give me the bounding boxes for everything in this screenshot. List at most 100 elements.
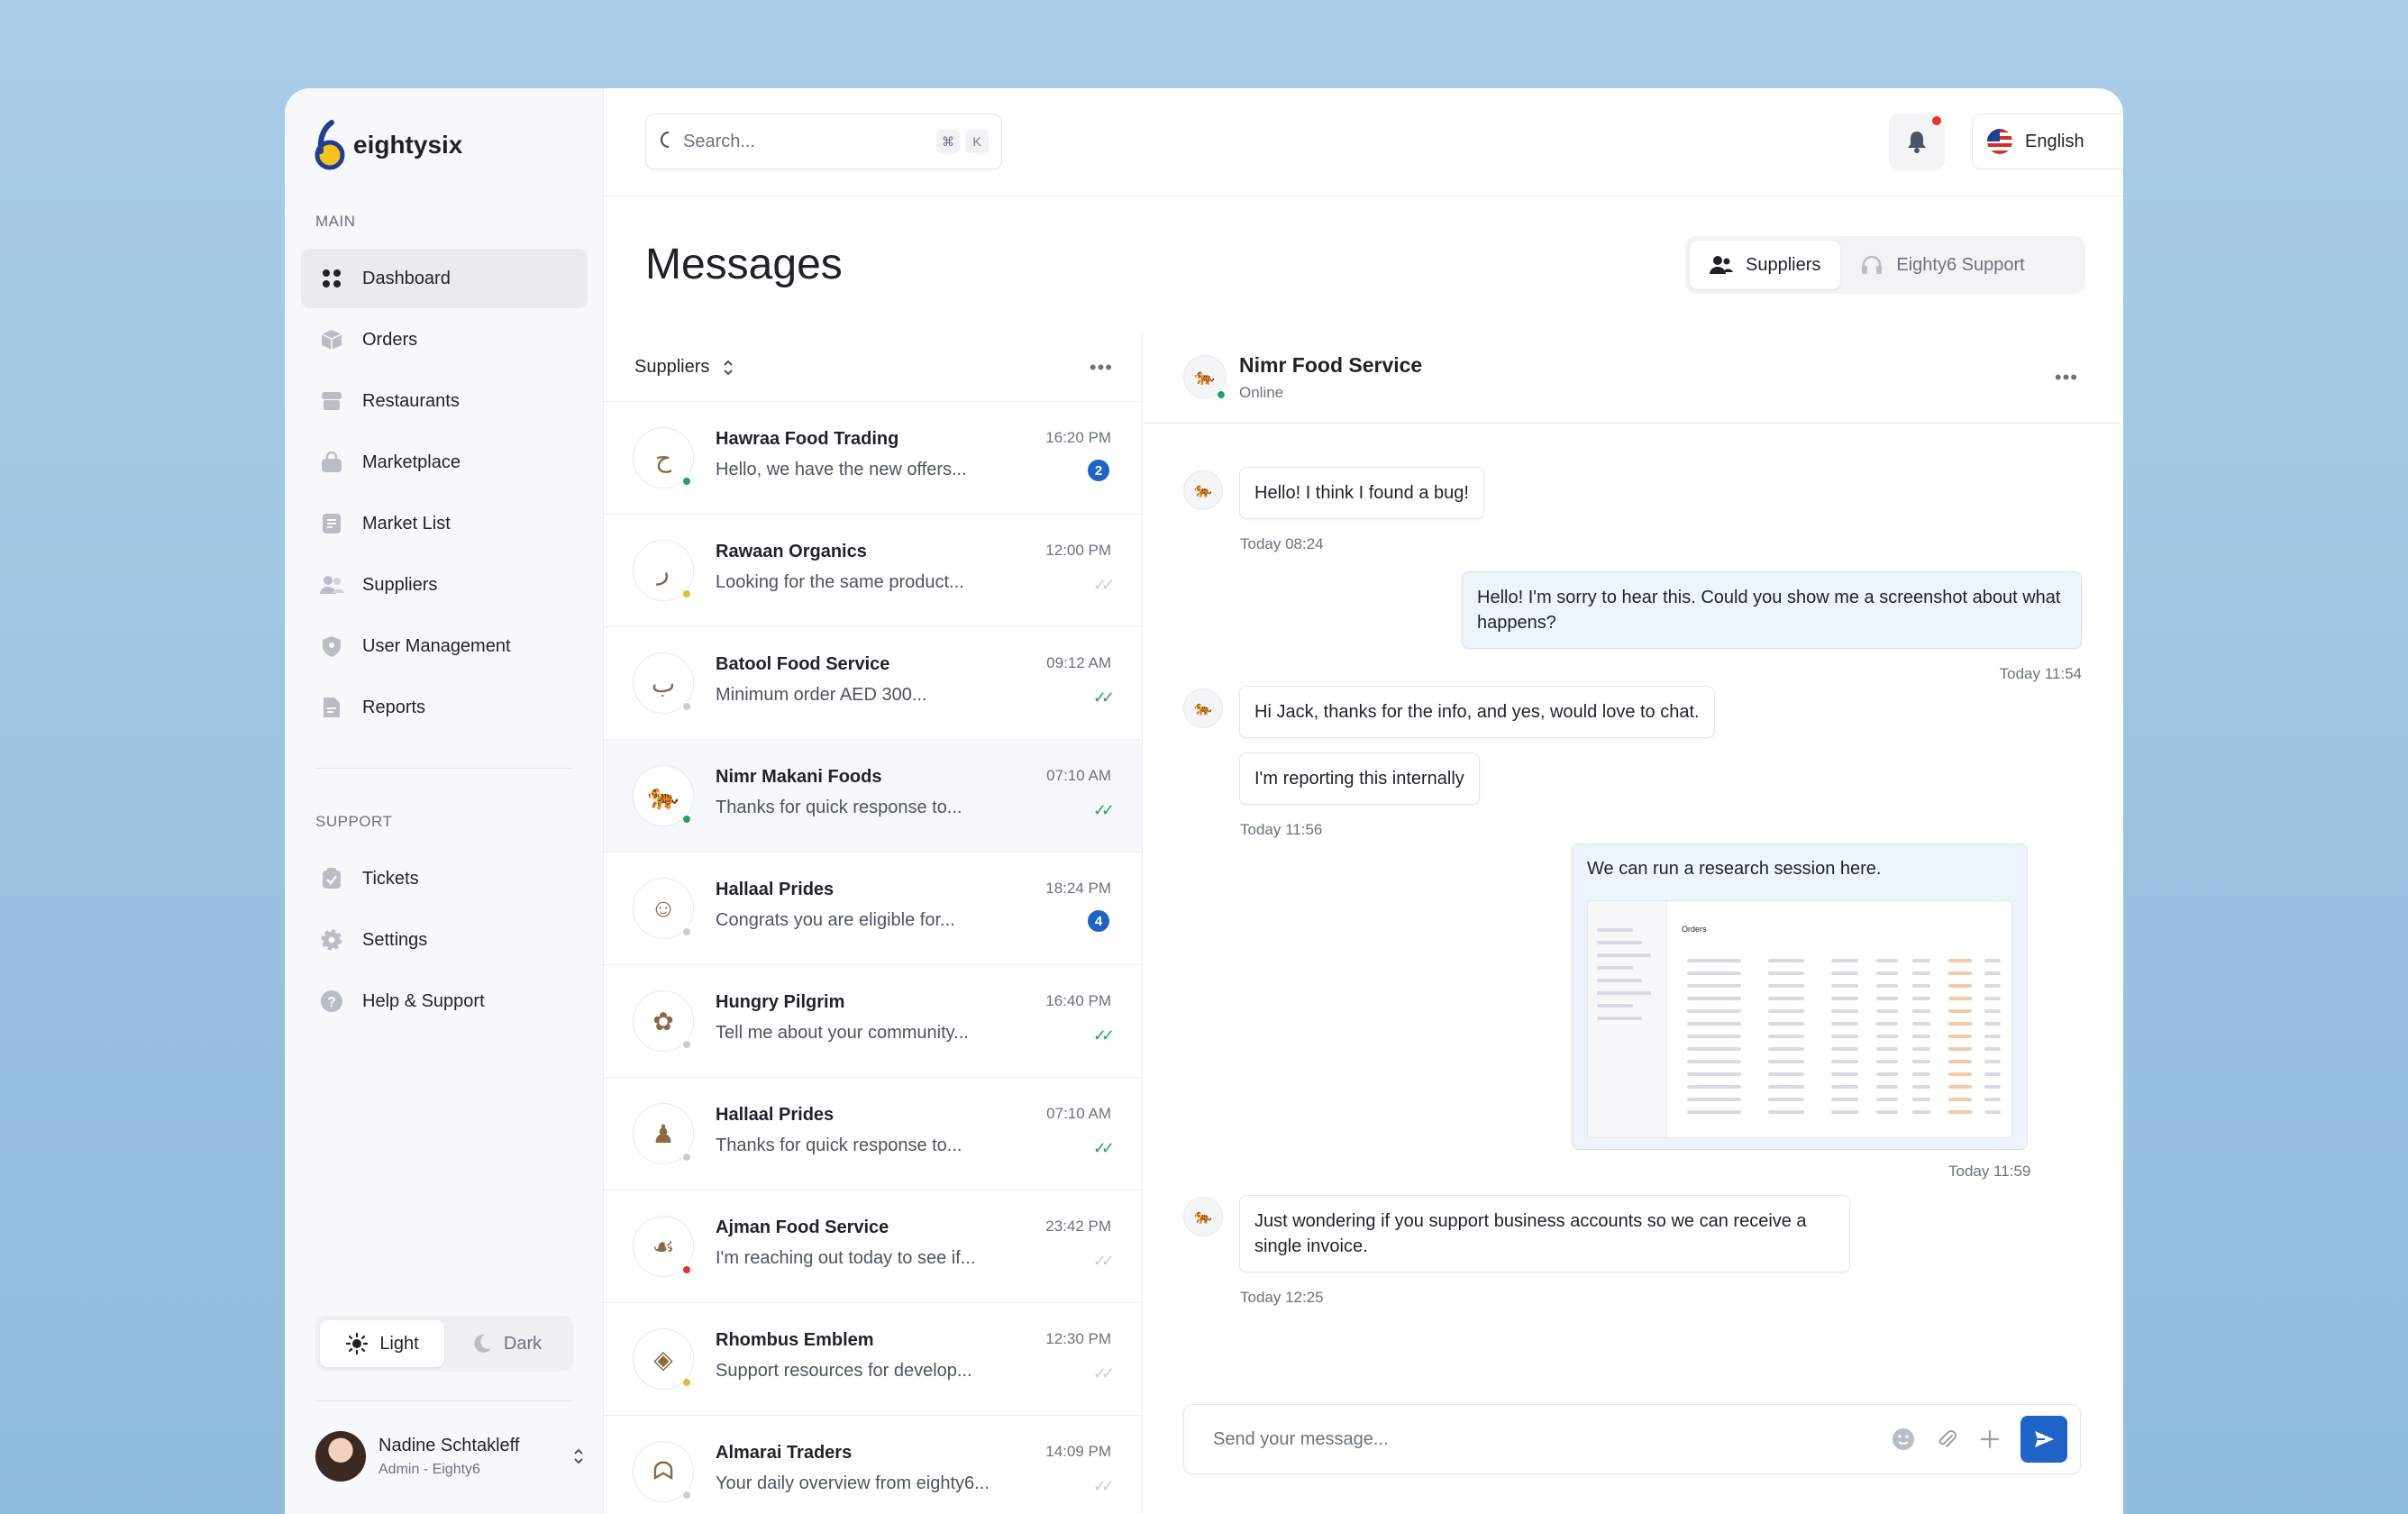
sidebar-item-settings[interactable]: Settings [301, 910, 588, 970]
supplier-filter[interactable]: Suppliers [634, 357, 734, 378]
search-input[interactable] [683, 131, 922, 152]
attachment-icon[interactable] [1934, 1427, 1959, 1452]
headset-icon [1862, 255, 1883, 274]
attachment-line [1831, 959, 1858, 962]
avatar [315, 1431, 366, 1482]
bell-icon [1908, 132, 1926, 153]
us-flag-icon [1987, 129, 2012, 154]
double-check-icon: ✓✓ [1092, 1252, 1115, 1270]
attachment-line [1687, 1098, 1741, 1101]
attachment-line [1912, 984, 1930, 988]
sidebar-item-dashboard[interactable]: Dashboard [301, 249, 588, 308]
attachment-line [1768, 1098, 1804, 1101]
plus-icon[interactable] [1977, 1427, 2002, 1452]
attachment-line [1948, 984, 1972, 988]
sidebar-item-help-support[interactable]: ? Help & Support [301, 971, 588, 1031]
tab-eighty6-support[interactable]: Eighty6 Support [1840, 241, 2044, 289]
conversation-item[interactable]: ◈ Rhombus Emblem Support resources for d… [604, 1303, 1142, 1416]
language-select[interactable]: English [1972, 114, 2123, 169]
attachment-line [1876, 1060, 1898, 1063]
message-time: Today 11:56 [1240, 821, 1323, 838]
conversation-item[interactable]: ᗣ Almarai Traders Your daily overview fr… [604, 1416, 1142, 1514]
conversation-item[interactable]: ☙ Ajman Food Service I'm reaching out to… [604, 1190, 1142, 1303]
conversation-name: Hallaal Prides [716, 1105, 835, 1125]
conversation-name: Hawraa Food Trading [716, 429, 899, 449]
attachment-line [1687, 1060, 1741, 1063]
search-box[interactable]: ⌘ K [645, 114, 1002, 169]
message-bubble: Hello! I think I found a bug! [1239, 467, 1484, 519]
sidebar-item-label: Help & Support [362, 990, 485, 1011]
attachment-line [1597, 941, 1642, 944]
report-icon [319, 695, 344, 720]
conversation-item[interactable]: ✿ Hungry Pilgrim Tell me about your comm… [604, 965, 1142, 1078]
conversation-name: Hallaal Prides [716, 880, 835, 899]
sidebar-item-reports[interactable]: Reports [301, 678, 588, 737]
more-icon[interactable]: ••• [1090, 356, 1113, 379]
send-button[interactable] [2020, 1416, 2067, 1463]
attachment-line [1948, 1022, 1972, 1026]
logo[interactable]: eightysix [314, 119, 462, 171]
unread-badge: 2 [1088, 460, 1109, 481]
contact-name: Nimr Food Service [1239, 353, 1423, 377]
language-value: English [2025, 131, 2084, 151]
attachment-line [1687, 1009, 1741, 1013]
message-input[interactable] [1213, 1428, 1873, 1450]
screenshot-attachment[interactable]: Orders [1587, 900, 2012, 1138]
double-check-icon: ✓✓ [1092, 689, 1115, 707]
attachment-line [1876, 1035, 1898, 1038]
conversation-name: Rawaan Organics [716, 542, 867, 561]
user-profile[interactable]: Nadine Schtakleff Admin - Eighty6 [315, 1431, 586, 1482]
attachment-line [1876, 959, 1898, 962]
notifications-button[interactable] [1889, 114, 1945, 169]
conversation-name: Ajman Food Service [716, 1218, 889, 1237]
theme-light-option[interactable]: Light [320, 1320, 444, 1367]
message-time: Today 11:54 [1999, 665, 2082, 682]
attachment-line [1912, 1085, 1930, 1089]
attachment-line [1768, 1009, 1804, 1013]
sidebar-item-marketplace[interactable]: Marketplace [301, 433, 588, 492]
sidebar-item-label: User Management [362, 635, 511, 656]
attachment-line [1912, 1047, 1930, 1051]
attachment-line [1984, 971, 2001, 975]
conversation-item[interactable]: ر Rawaan Organics Looking for the same p… [604, 515, 1142, 627]
top-bar: ⌘ K English [604, 88, 2123, 196]
more-icon[interactable]: ••• [2055, 366, 2078, 389]
chevron-updown-icon [574, 1448, 583, 1464]
sidebar-item-market-list[interactable]: Market List [301, 494, 588, 553]
sidebar-item-suppliers[interactable]: Suppliers [301, 555, 588, 615]
status-dot [681, 1490, 692, 1500]
sidebar-item-tickets[interactable]: Tickets [301, 849, 588, 908]
sidebar-item-user-management[interactable]: User Management [301, 616, 588, 676]
bag-icon [319, 450, 344, 475]
attachment-line [1831, 1035, 1858, 1038]
conversation-item[interactable]: ب Batool Food Service Minimum order AED … [604, 627, 1142, 740]
main-section-label: MAIN [315, 213, 356, 230]
question-icon: ? [319, 989, 344, 1014]
attachment-line [1597, 953, 1651, 957]
attachment-line [1948, 1009, 1972, 1013]
theme-dark-option[interactable]: Dark [444, 1320, 569, 1367]
attachment-line [1687, 1047, 1741, 1051]
status-dot [681, 701, 692, 712]
conversation-time: 23:42 PM [1045, 1218, 1111, 1235]
sidebar-item-label: Reports [362, 697, 426, 717]
attachment-line [1876, 1047, 1898, 1051]
conversation-item[interactable]: ♟ Hallaal Prides Thanks for quick respon… [604, 1078, 1142, 1190]
tab-suppliers[interactable]: Suppliers [1690, 241, 1841, 289]
conversation-item[interactable]: 🐅 Nimr Makani Foods Thanks for quick res… [604, 740, 1142, 853]
sidebar-item-restaurants[interactable]: Restaurants [301, 371, 588, 431]
attachment-line [1831, 1047, 1858, 1051]
attachment-line [1768, 971, 1804, 975]
conversation-time: 16:20 PM [1045, 429, 1111, 446]
sidebar-item-orders[interactable]: Orders [301, 310, 588, 369]
attachment-line [1876, 1072, 1898, 1076]
shortcut-key: K [965, 130, 989, 153]
conversation-item[interactable]: ☺ Hallaal Prides Congrats you are eligib… [604, 853, 1142, 965]
conversation-item[interactable]: ح Hawraa Food Trading Hello, we have the… [604, 402, 1142, 515]
emoji-icon[interactable] [1891, 1427, 1916, 1452]
attachment-line [1912, 1009, 1930, 1013]
sidebar-item-label: Marketplace [362, 451, 461, 472]
search-icon [660, 131, 669, 149]
conversation-preview: I'm reaching out today to see if... [716, 1248, 976, 1268]
attachment-line [1876, 1009, 1898, 1013]
